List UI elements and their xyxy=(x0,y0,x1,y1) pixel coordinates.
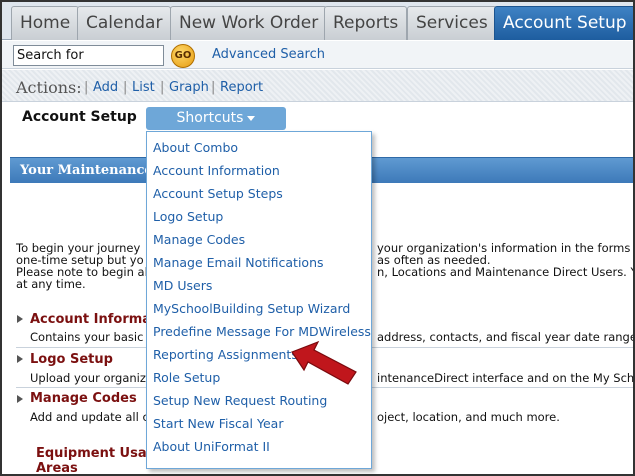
search-bar: GO Advanced Search xyxy=(2,41,633,69)
menu-item-reporting-assignments[interactable]: Reporting Assignments xyxy=(153,347,298,362)
menu-item-myschoolbuilding-setup-wizard[interactable]: MySchoolBuilding Setup Wizard xyxy=(153,301,350,316)
item-description: Upload your organiz xyxy=(30,371,146,385)
item-title[interactable]: Manage Codes xyxy=(30,391,137,406)
menu-item-account-information[interactable]: Account Information xyxy=(153,163,280,178)
actions-bar: Actions: | Add | List | Graph | Report xyxy=(2,70,633,102)
tab-services[interactable]: Services xyxy=(407,6,497,40)
menu-item-start-new-fiscal-year[interactable]: Start New Fiscal Year xyxy=(153,416,283,431)
separator: | xyxy=(123,80,128,95)
tab-reports[interactable]: Reports xyxy=(324,6,408,40)
main-nav-tabs: Home Calendar New Work Order Reports Ser… xyxy=(2,2,633,40)
action-report-link[interactable]: Report xyxy=(220,80,263,95)
menu-item-predefine-message[interactable]: Predefine Message For MDWireless xyxy=(153,324,371,339)
action-graph-link[interactable]: Graph xyxy=(169,80,209,95)
shortcuts-label: Shortcuts xyxy=(176,110,244,126)
item-description: intenanceDirect interface and on the My … xyxy=(377,371,635,385)
page-title: Account Setup xyxy=(22,109,137,125)
item-description: Contains your basic xyxy=(30,330,144,344)
menu-item-about-combo[interactable]: About Combo xyxy=(153,140,238,155)
advanced-search-link[interactable]: Advanced Search xyxy=(212,47,325,62)
separator: | xyxy=(84,80,89,95)
expand-triangle-icon[interactable] xyxy=(17,315,23,323)
expand-triangle-icon[interactable] xyxy=(17,395,23,403)
item-title[interactable]: Account Informat xyxy=(30,312,157,327)
actions-label: Actions: xyxy=(16,78,82,97)
go-button[interactable]: GO xyxy=(171,44,195,68)
menu-item-setup-new-request-routing[interactable]: Setup New Request Routing xyxy=(153,393,327,408)
shortcuts-dropdown-button[interactable]: Shortcuts xyxy=(146,107,286,130)
annotation-arrow-icon xyxy=(291,340,357,385)
action-add-link[interactable]: Add xyxy=(93,80,118,95)
search-input[interactable] xyxy=(13,45,164,66)
item-description: Add and update all c xyxy=(30,410,149,424)
subsection-title: Areas xyxy=(36,461,78,476)
caret-down-icon xyxy=(247,115,256,121)
menu-item-role-setup[interactable]: Role Setup xyxy=(153,370,220,385)
tab-account-setup[interactable]: Account Setup xyxy=(494,6,633,40)
intro-text: at any time. xyxy=(16,277,86,291)
subsection-title: Equipment Usag xyxy=(36,446,156,461)
item-title[interactable]: Logo Setup xyxy=(30,352,113,367)
menu-item-manage-email-notifications[interactable]: Manage Email Notifications xyxy=(153,255,324,270)
separator: | xyxy=(160,80,165,95)
item-description: address, contacts, and fiscal year date … xyxy=(377,330,635,344)
separator: | xyxy=(211,80,216,95)
tab-home[interactable]: Home xyxy=(11,6,80,40)
menu-item-logo-setup[interactable]: Logo Setup xyxy=(153,209,223,224)
tab-calendar[interactable]: Calendar xyxy=(77,6,172,40)
menu-item-md-users[interactable]: MD Users xyxy=(153,278,212,293)
menu-item-manage-codes[interactable]: Manage Codes xyxy=(153,232,245,247)
app-window: Home Calendar New Work Order Reports Ser… xyxy=(0,0,635,476)
item-description: oject, location, and much more. xyxy=(377,410,560,424)
intro-text: n, Locations and Maintenance Direct User… xyxy=(377,265,635,279)
tab-new-work-order[interactable]: New Work Order xyxy=(170,6,328,40)
menu-item-about-uniformat[interactable]: About UniFormat II xyxy=(153,439,270,454)
menu-item-account-setup-steps[interactable]: Account Setup Steps xyxy=(153,186,283,201)
shortcuts-menu: About Combo Account Information Account … xyxy=(146,131,372,469)
expand-triangle-icon[interactable] xyxy=(17,355,23,363)
action-list-link[interactable]: List xyxy=(132,80,155,95)
